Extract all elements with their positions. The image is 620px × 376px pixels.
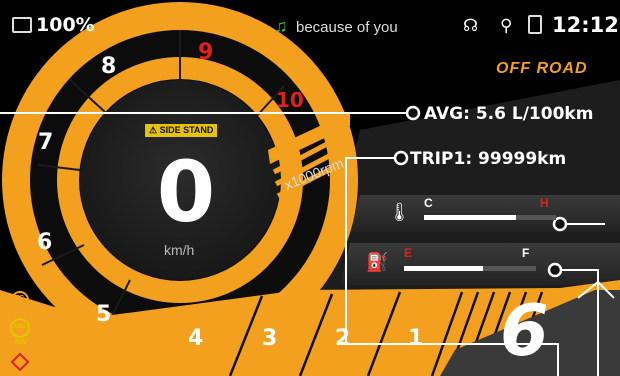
tach-tick-7: 7	[38, 130, 54, 155]
temp-high-label: H	[540, 196, 549, 210]
phone-icon	[528, 15, 542, 34]
abs-label: ABS	[13, 324, 26, 330]
clock: 12:12	[552, 13, 619, 37]
avg-value: 5.6 L/100km	[475, 104, 594, 124]
tach-tick-5: 5	[96, 302, 112, 327]
tach-tick-6: 6	[37, 230, 53, 255]
side-stand-label: SIDE STAND	[159, 125, 214, 135]
battery-level: 100%	[36, 14, 95, 36]
battery-icon	[12, 17, 32, 33]
temp-low-label: C	[424, 196, 433, 210]
tc-label: TC	[15, 295, 25, 302]
gear-indicator: 6	[500, 290, 549, 372]
tach-tick-9: 9	[198, 40, 214, 65]
side-stand-warning: ⚠ SIDE STAND	[145, 124, 218, 137]
music-note-icon: ♫	[274, 16, 288, 36]
riding-mode-label: OFF ROAD	[496, 60, 588, 77]
tach-tick-10: 10	[276, 88, 304, 112]
temp-bar-fill	[424, 215, 517, 220]
fuel-pump-icon: ⛽	[366, 252, 389, 272]
fuel-high-label: F	[522, 246, 530, 260]
trip-label: TRIP1	[410, 149, 466, 169]
avg-consumption: AVG: 5.6 L/100km	[424, 104, 594, 124]
tach-tick-2: 2	[335, 326, 351, 351]
avg-label: AVG	[424, 104, 464, 124]
fuel-low-label: E	[404, 246, 413, 260]
temp-bar-track	[424, 215, 556, 220]
coolant-temp-icon: 🌡	[388, 202, 411, 222]
dashboard: 100% ♫ because of you ☊ ⚲ 12:12 OFF ROAD…	[0, 0, 620, 376]
trip-meter: TRIP1: 99999km	[410, 149, 567, 169]
abs-rw-label: RW	[15, 339, 27, 346]
phone-signal-icon: ⚲	[500, 16, 513, 35]
headset-icon: ☊	[463, 16, 480, 35]
motorcycle-icon: ⚠	[149, 125, 160, 135]
trip-value: 99999km	[478, 149, 567, 169]
tach-tick-8: 8	[101, 54, 117, 79]
tach-tick-4: 4	[188, 326, 204, 351]
fuel-bar-fill	[404, 266, 484, 271]
tach-tick-3: 3	[262, 326, 278, 351]
fuel-bar-track	[404, 266, 536, 271]
music-title: because of you	[296, 19, 398, 36]
speed-unit: km/h	[164, 242, 195, 258]
tach-tick-1: 1	[408, 326, 424, 351]
speed-value: 0	[156, 143, 216, 241]
